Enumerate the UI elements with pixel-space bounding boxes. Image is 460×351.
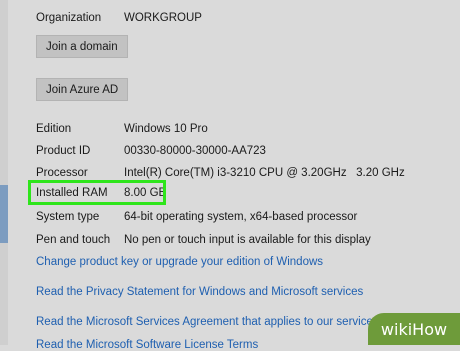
- pen-touch-label: Pen and touch: [36, 234, 111, 246]
- join-domain-button[interactable]: Join a domain: [36, 35, 128, 58]
- ram-highlight-box: [28, 180, 166, 205]
- edition-label: Edition: [36, 123, 72, 135]
- left-nav-strip: [0, 0, 8, 345]
- left-nav-selection: [0, 185, 8, 243]
- system-type-value: 64-bit operating system, x64-based proce…: [124, 211, 358, 223]
- processor-value: Intel(R) Core(TM) i3-3210 CPU @ 3.20GHz …: [124, 167, 405, 179]
- join-azure-button[interactable]: Join Azure AD: [36, 78, 129, 101]
- processor-label: Processor: [36, 167, 88, 179]
- wikihow-watermark: wikiHow: [368, 313, 460, 345]
- pen-touch-value: No pen or touch input is available for t…: [124, 234, 371, 246]
- license-terms-link[interactable]: Read the Microsoft Software License Term…: [36, 339, 258, 351]
- organization-label: Organization: [36, 12, 102, 24]
- organization-value: WORKGROUP: [124, 12, 202, 24]
- product-id-label: Product ID: [36, 145, 91, 157]
- change-product-key-link[interactable]: Change product key or upgrade your editi…: [36, 256, 323, 268]
- system-type-label: System type: [36, 211, 100, 223]
- edition-value: Windows 10 Pro: [124, 123, 208, 135]
- privacy-statement-link[interactable]: Read the Privacy Statement for Windows a…: [36, 286, 363, 298]
- services-agreement-link[interactable]: Read the Microsoft Services Agreement th…: [36, 316, 379, 328]
- product-id-value: 00330-80000-30000-AA723: [124, 145, 266, 157]
